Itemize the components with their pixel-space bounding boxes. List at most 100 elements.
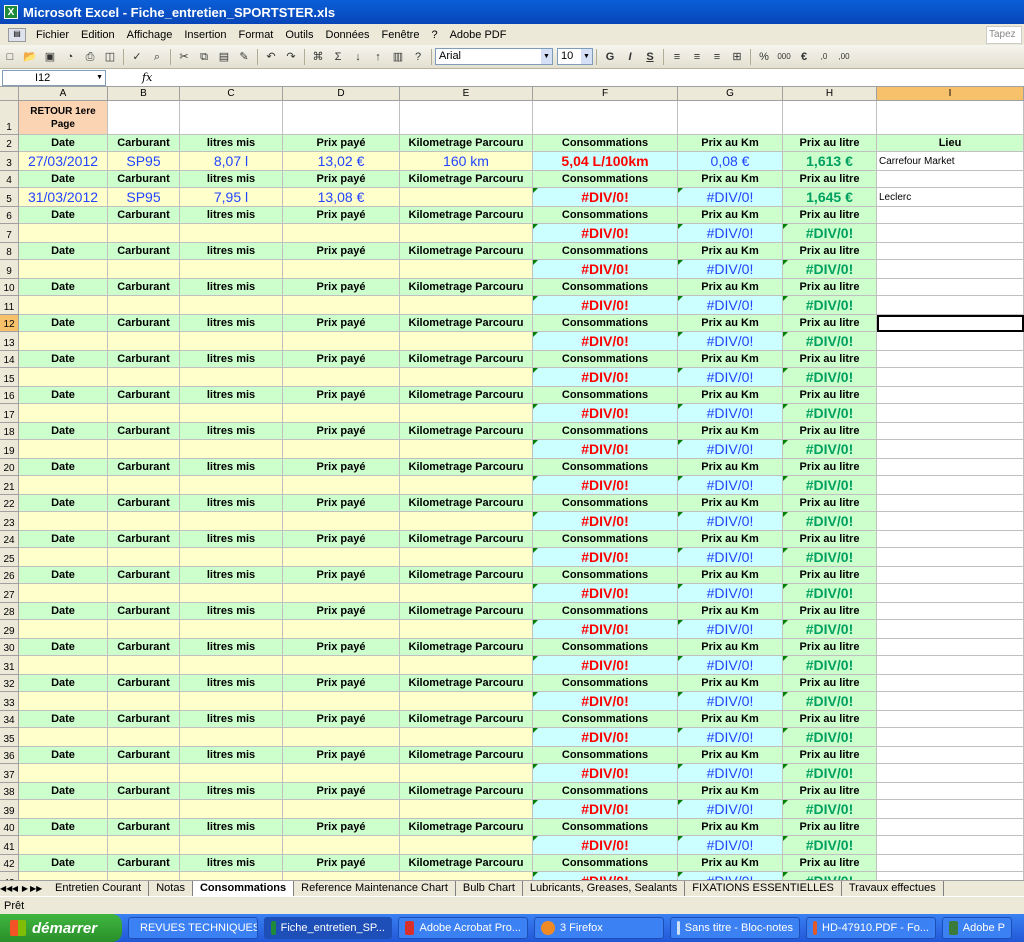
- spelling-icon[interactable]: ✓: [128, 48, 146, 66]
- input-cell[interactable]: [108, 332, 180, 351]
- header-cell-prix[interactable]: Prix payé: [283, 279, 400, 296]
- header-cell-prixkm[interactable]: Prix au Km: [678, 675, 783, 692]
- input-cell[interactable]: [108, 584, 180, 603]
- input-cell[interactable]: [283, 548, 400, 567]
- row-header[interactable]: 21: [0, 476, 19, 495]
- price-per-litre-cell[interactable]: #DIV/0!: [783, 332, 877, 351]
- price-per-litre-cell[interactable]: #DIV/0!: [783, 764, 877, 783]
- input-cell[interactable]: [283, 728, 400, 747]
- open-icon[interactable]: 📂: [21, 48, 39, 66]
- name-box[interactable]: I12 ▼: [2, 69, 106, 86]
- header-cell-carb[interactable]: Carburant: [108, 423, 180, 440]
- header-cell-prix[interactable]: Prix payé: [283, 423, 400, 440]
- cell[interactable]: [108, 101, 180, 135]
- input-cell[interactable]: [19, 260, 108, 279]
- date-cell[interactable]: 27/03/2012: [19, 152, 108, 171]
- consumption-cell[interactable]: #DIV/0!: [533, 656, 678, 675]
- header-cell-carb[interactable]: Carburant: [108, 711, 180, 728]
- menu-edition[interactable]: Edition: [75, 29, 121, 41]
- input-cell[interactable]: [283, 332, 400, 351]
- taskbar-item-firefox[interactable]: 3 Firefox: [534, 917, 664, 939]
- select-all-corner[interactable]: [0, 87, 19, 101]
- column-header-f[interactable]: F: [533, 87, 678, 101]
- header-cell-km[interactable]: Kilometrage Parcouru: [400, 819, 533, 836]
- input-cell[interactable]: [400, 764, 533, 783]
- header-cell-km[interactable]: Kilometrage Parcouru: [400, 675, 533, 692]
- header-cell-litres[interactable]: litres mis: [180, 459, 283, 476]
- row-header[interactable]: 28: [0, 603, 19, 620]
- header-cell-carb[interactable]: Carburant: [108, 747, 180, 764]
- header-cell-conso[interactable]: Consommations: [533, 423, 678, 440]
- row-header[interactable]: 2: [0, 135, 19, 152]
- header-cell-date[interactable]: Date: [19, 243, 108, 260]
- header-cell-carb[interactable]: Carburant: [108, 459, 180, 476]
- cell[interactable]: [877, 603, 1024, 620]
- font-name-select[interactable]: Arial ▼: [435, 48, 553, 65]
- new-icon[interactable]: □: [1, 48, 19, 66]
- header-cell-date[interactable]: Date: [19, 783, 108, 800]
- cell[interactable]: [877, 728, 1024, 747]
- sheet-tab-entretien-courant[interactable]: Entretien Courant: [48, 881, 150, 896]
- header-cell-conso[interactable]: Consommations: [533, 351, 678, 368]
- cell[interactable]: [877, 692, 1024, 711]
- print-icon[interactable]: ⎙: [81, 48, 99, 66]
- header-cell-prixkm[interactable]: Prix au Km: [678, 711, 783, 728]
- consumption-cell[interactable]: #DIV/0!: [533, 872, 678, 880]
- header-cell-date[interactable]: Date: [19, 459, 108, 476]
- input-cell[interactable]: [108, 224, 180, 243]
- header-cell-litres[interactable]: litres mis: [180, 531, 283, 548]
- start-button[interactable]: démarrer: [0, 914, 122, 942]
- row-header[interactable]: 37: [0, 764, 19, 783]
- thousands-button[interactable]: 000: [775, 48, 793, 66]
- cell[interactable]: [877, 639, 1024, 656]
- header-cell-conso[interactable]: Consommations: [533, 171, 678, 188]
- header-cell-prixlitre[interactable]: Prix au litre: [783, 675, 877, 692]
- input-cell[interactable]: [283, 224, 400, 243]
- header-cell-lieu[interactable]: Lieu: [877, 135, 1024, 152]
- header-cell-km[interactable]: Kilometrage Parcouru: [400, 531, 533, 548]
- input-cell[interactable]: [180, 332, 283, 351]
- header-cell-prix[interactable]: Prix payé: [283, 207, 400, 224]
- header-cell-prix[interactable]: Prix payé: [283, 783, 400, 800]
- litres-cell[interactable]: 8,07 l: [180, 152, 283, 171]
- cell[interactable]: [533, 101, 678, 135]
- input-cell[interactable]: [400, 512, 533, 531]
- input-cell[interactable]: [283, 584, 400, 603]
- row-header[interactable]: 41: [0, 836, 19, 855]
- hyperlink-icon[interactable]: ⌘: [309, 48, 327, 66]
- row-header[interactable]: 1: [0, 101, 19, 135]
- input-cell[interactable]: [180, 872, 283, 880]
- taskbar-item-notepad[interactable]: Sans titre - Bloc-notes: [670, 917, 800, 939]
- input-cell[interactable]: [19, 296, 108, 315]
- undo-icon[interactable]: ↶: [262, 48, 280, 66]
- input-cell[interactable]: [400, 692, 533, 711]
- input-cell[interactable]: [400, 620, 533, 639]
- cell[interactable]: [180, 101, 283, 135]
- header-cell-conso[interactable]: Consommations: [533, 531, 678, 548]
- price-per-km-cell[interactable]: #DIV/0!: [678, 872, 783, 880]
- input-cell[interactable]: [108, 872, 180, 880]
- row-header[interactable]: 15: [0, 368, 19, 387]
- input-cell[interactable]: [283, 440, 400, 459]
- spreadsheet-grid[interactable]: A B C D E F G H I 1 RETOUR 1ere Page 2 Date Carburant…: [0, 87, 1024, 880]
- input-cell[interactable]: [283, 368, 400, 387]
- cell[interactable]: [877, 440, 1024, 459]
- price-per-km-cell[interactable]: #DIV/0!: [678, 404, 783, 423]
- header-cell-carb[interactable]: Carburant: [108, 783, 180, 800]
- row-header[interactable]: 18: [0, 423, 19, 440]
- header-cell-conso[interactable]: Consommations: [533, 387, 678, 404]
- row-header[interactable]: 14: [0, 351, 19, 368]
- input-cell[interactable]: [400, 404, 533, 423]
- price-per-litre-cell[interactable]: #DIV/0!: [783, 656, 877, 675]
- header-cell-date[interactable]: Date: [19, 531, 108, 548]
- input-cell[interactable]: [19, 224, 108, 243]
- copy-icon[interactable]: ⧉: [195, 48, 213, 66]
- cell[interactable]: [877, 783, 1024, 800]
- prev-sheet-icon[interactable]: ◀: [10, 884, 20, 893]
- header-cell-litres[interactable]: litres mis: [180, 423, 283, 440]
- header-cell-date[interactable]: Date: [19, 351, 108, 368]
- header-cell-litres[interactable]: litres mis: [180, 819, 283, 836]
- cell[interactable]: [783, 101, 877, 135]
- header-cell-date[interactable]: Date: [19, 171, 108, 188]
- header-cell-date[interactable]: Date: [19, 603, 108, 620]
